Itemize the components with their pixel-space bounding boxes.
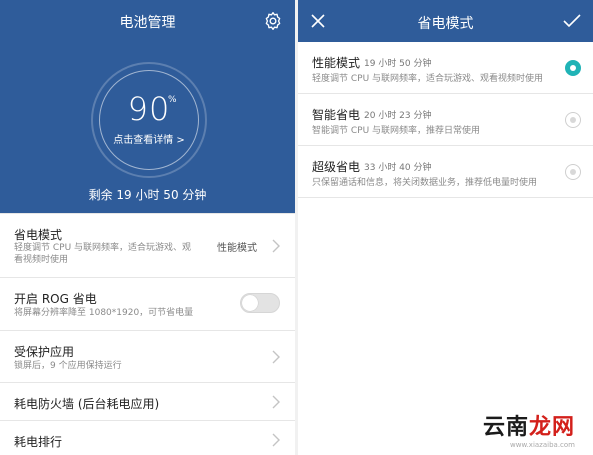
mode-option-ultra[interactable]: 超级省电 33 小时 40 分钟 只保留通话和信息，将关闭数据业务，推荐低电量时…	[298, 146, 593, 198]
row-subtitle: 轻度调节 CPU 与联网频率，适合玩游戏、观看视频时使用	[14, 243, 192, 265]
gear-icon[interactable]	[263, 11, 283, 31]
watermark-text-black: 云南	[482, 415, 529, 440]
power-mode-header: 省电模式	[298, 0, 593, 42]
radio-dot	[570, 169, 576, 175]
protected-apps-row[interactable]: 受保护应用 锁屏后，9 个应用保持运行	[0, 330, 295, 382]
mode-time: 19 小时 50 分钟	[364, 59, 432, 69]
mode-radio[interactable]	[565, 112, 581, 128]
chevron-right-icon	[272, 395, 280, 409]
power-ranking-row[interactable]: 耗电排行	[0, 420, 295, 455]
battery-header: 电池管理 90 % 点击查看详情 > 剩余 19 小时 50 分钟	[0, 0, 295, 213]
page-title: 电池管理	[119, 15, 176, 31]
power-mode-setting-row[interactable]: 省电模式 轻度调节 CPU 与联网频率，适合玩游戏、观看视频时使用 性能模式	[0, 213, 295, 277]
battery-percent: 90	[127, 90, 171, 128]
rog-power-saving-row: 开启 ROG 省电 将屏幕分辨率降至 1080*1920，可节省电量	[0, 277, 295, 330]
mode-option-performance[interactable]: 性能模式 19 小时 50 分钟 轻度调节 CPU 与联网频率，适合玩游戏、观看…	[298, 42, 593, 94]
mode-option-smart[interactable]: 智能省电 20 小时 23 分钟 智能调节 CPU 与联网频率，推荐日常使用	[298, 94, 593, 146]
mode-radio-selected[interactable]	[565, 60, 581, 76]
remaining-time: 剩余 19 小时 50 分钟	[88, 188, 207, 202]
row-title: 耗电防火墙 (后台耗电应用)	[14, 397, 160, 411]
chevron-right-icon	[272, 239, 280, 253]
watermark-text: 云南龙网	[483, 409, 575, 441]
row-subtitle: 锁屏后，9 个应用保持运行	[14, 361, 122, 371]
radio-dot	[570, 65, 576, 71]
mode-name: 超级省电	[312, 160, 361, 174]
row-title: 耗电排行	[14, 435, 63, 449]
view-details-link[interactable]: 点击查看详情 >	[99, 131, 199, 146]
mode-description: 智能调节 CPU 与联网频率，推荐日常使用	[312, 126, 481, 136]
site-watermark: 云南龙网 www.xiazaiba.com	[435, 403, 585, 451]
chevron-right-icon	[272, 350, 280, 364]
row-subtitle: 将屏幕分辨率降至 1080*1920，可节省电量	[14, 308, 194, 318]
page-title: 省电模式	[417, 16, 474, 32]
chevron-right-icon	[272, 433, 280, 447]
percent-sign: %	[168, 95, 177, 105]
watermark-url: www.xiazaiba.com	[510, 441, 575, 449]
mode-name: 智能省电	[312, 108, 361, 122]
rog-toggle[interactable]	[240, 293, 280, 313]
row-title: 受保护应用	[14, 345, 75, 359]
watermark-text-red: 龙网	[528, 415, 575, 440]
check-icon[interactable]	[563, 13, 581, 29]
mode-time: 20 小时 23 分钟	[364, 111, 432, 121]
row-value: 性能模式	[217, 243, 257, 254]
mode-description: 轻度调节 CPU 与联网频率，适合玩游戏、观看视频时使用	[312, 74, 544, 84]
row-title: 开启 ROG 省电	[14, 292, 97, 306]
power-firewall-row[interactable]: 耗电防火墙 (后台耗电应用)	[0, 382, 295, 420]
mode-time: 33 小时 40 分钟	[364, 163, 432, 173]
mode-description: 只保留通话和信息，将关闭数据业务，推荐低电量时使用	[312, 178, 538, 188]
row-title: 省电模式	[14, 228, 63, 242]
toggle-knob	[242, 295, 258, 311]
battery-management-screen: 电池管理 90 % 点击查看详情 > 剩余 19 小时 50 分钟 省电模式 轻…	[0, 0, 295, 455]
mode-radio[interactable]	[565, 164, 581, 180]
mode-name: 性能模式	[312, 56, 361, 70]
radio-dot	[570, 117, 576, 123]
power-mode-screen: 省电模式 性能模式 19 小时 50 分钟 轻度调节 CPU 与联网频率，适合玩…	[298, 0, 593, 455]
